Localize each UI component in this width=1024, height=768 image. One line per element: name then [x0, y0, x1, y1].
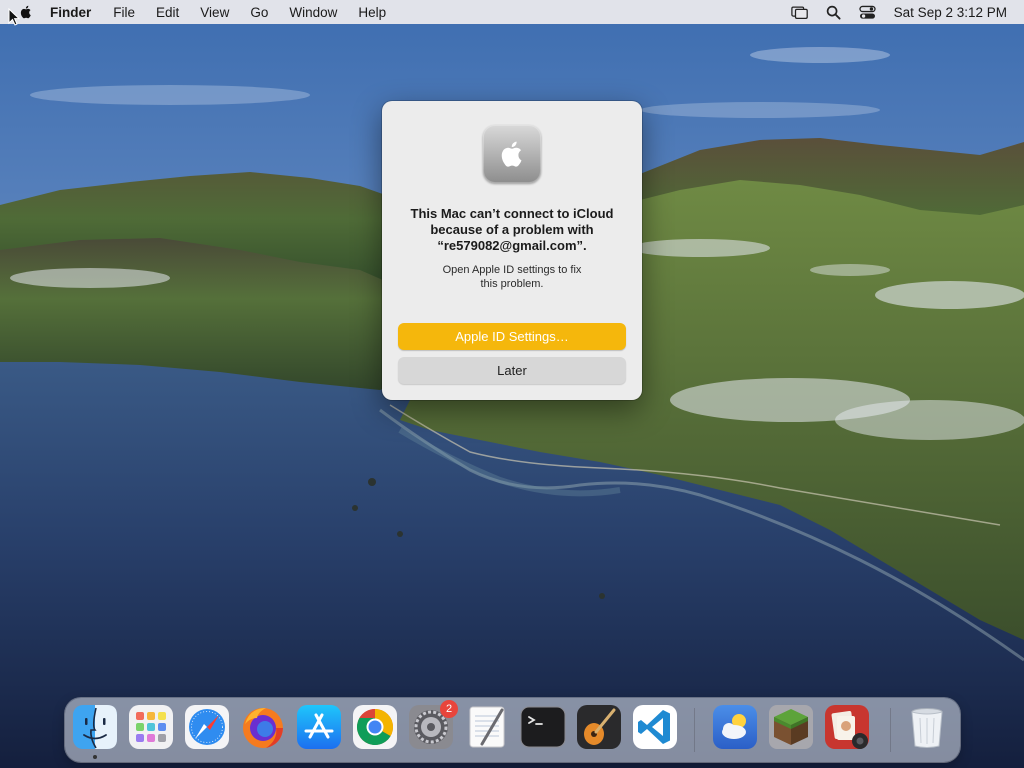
mouse-pointer-icon — [8, 8, 20, 26]
dock-separator — [694, 708, 695, 752]
weather-icon — [713, 705, 757, 749]
icloud-alert-dialog: This Mac can’t connect to iCloud because… — [382, 101, 642, 400]
guitar-icon — [577, 705, 621, 749]
dialog-message-line: Open Apple ID settings to fix — [442, 264, 582, 276]
menu-help[interactable]: Help — [358, 5, 386, 20]
menu-bar-right: Sat Sep 2 3:12 PM — [776, 0, 1024, 24]
dialog-title-line: because of a problem with — [430, 222, 594, 237]
dock-trash[interactable] — [904, 704, 950, 750]
textedit-icon — [469, 706, 505, 748]
notification-badge: 2 — [440, 700, 458, 718]
dialog-title-line: “re579082@gmail.com”. — [437, 238, 587, 253]
apple-logo-icon — [483, 125, 541, 183]
safari-icon — [185, 705, 229, 749]
dialog-title: This Mac can’t connect to iCloud because… — [396, 206, 628, 254]
vscode-icon — [633, 705, 677, 749]
photo-booth-icon — [825, 705, 869, 749]
menu-bar-clock[interactable]: Sat Sep 2 3:12 PM — [894, 5, 1007, 20]
dock-minecraft[interactable] — [768, 704, 814, 750]
dock-system-preferences[interactable]: 2 — [408, 700, 458, 750]
dialog-message: Open Apple ID settings to fix this probl… — [402, 263, 622, 291]
dock-separator — [890, 708, 891, 752]
firefox-icon — [243, 708, 283, 748]
dock-launchpad[interactable] — [128, 704, 174, 750]
dock-chrome[interactable] — [352, 704, 398, 750]
menu-bar-left: Finder File Edit View Go Window Help — [0, 0, 407, 24]
finder-running-indicator — [93, 755, 97, 759]
dock-vscode[interactable] — [632, 704, 678, 750]
menu-go[interactable]: Go — [250, 5, 268, 20]
trash-icon — [911, 708, 943, 748]
control-center-icon[interactable] — [858, 3, 878, 21]
dock-photo-booth[interactable] — [824, 704, 870, 750]
later-button[interactable]: Later — [398, 357, 626, 384]
finder-icon — [73, 705, 117, 749]
menu-file[interactable]: File — [113, 5, 135, 20]
dock-app-store[interactable] — [296, 704, 342, 750]
minecraft-icon — [769, 705, 813, 749]
menu-app-finder[interactable]: Finder — [50, 5, 91, 20]
menu-view[interactable]: View — [200, 5, 229, 20]
dialog-title-line: This Mac can’t connect to iCloud — [410, 206, 614, 221]
chrome-icon — [353, 705, 397, 749]
terminal-icon — [520, 706, 566, 748]
dock: 2 — [65, 698, 960, 762]
dock-weather[interactable] — [712, 704, 758, 750]
spotlight-search-icon[interactable] — [824, 3, 844, 21]
menu-bar: Finder File Edit View Go Window Help Sat… — [0, 0, 1024, 24]
dock-textedit[interactable] — [464, 704, 510, 750]
dock-terminal[interactable] — [520, 704, 566, 750]
dock-garageband[interactable] — [576, 704, 622, 750]
dialog-message-line: this problem. — [480, 278, 544, 290]
dock-safari[interactable] — [184, 704, 230, 750]
apple-menu-icon[interactable] — [18, 4, 34, 20]
launchpad-icon — [129, 705, 173, 749]
dock-firefox[interactable] — [240, 704, 286, 750]
app-store-icon — [297, 705, 341, 749]
screen-mirroring-icon[interactable] — [790, 3, 810, 21]
dock-finder[interactable] — [72, 704, 118, 750]
menu-window[interactable]: Window — [289, 5, 337, 20]
apple-id-settings-button[interactable]: Apple ID Settings… — [398, 323, 626, 350]
menu-edit[interactable]: Edit — [156, 5, 179, 20]
